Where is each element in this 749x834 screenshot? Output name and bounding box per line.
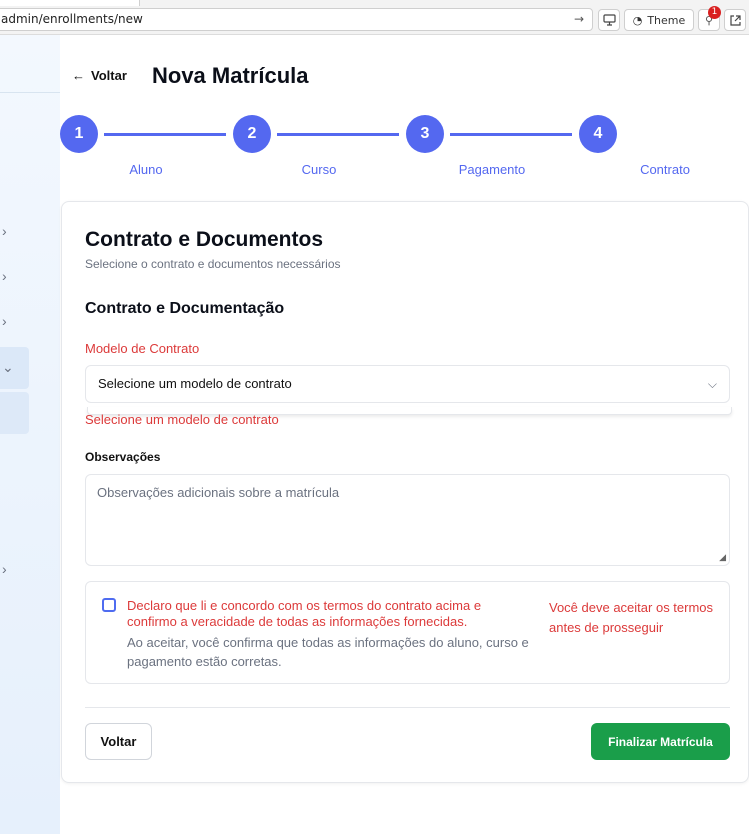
step-connector <box>450 133 572 136</box>
step-1-circle: 1 <box>60 115 98 153</box>
step-3-label: Pagamento <box>458 162 526 177</box>
contract-model-select[interactable]: Selecione um modelo de contrato ⌵ <box>85 365 730 403</box>
step-1-label: Aluno <box>129 162 163 177</box>
terms-main-text: Declaro que li e concordo com os termos … <box>127 598 482 629</box>
card-title: Contrato e Documentos <box>85 228 324 251</box>
notes-label: Observações <box>85 450 161 464</box>
chevron-down-icon: ⌵ <box>707 377 717 391</box>
resize-handle-icon[interactable]: ◢ <box>719 552 726 563</box>
browser-toolbar: admin/enrollments/new → ◔ Theme ⚲ 1 <box>0 0 749 35</box>
sidebar-divider <box>0 92 60 93</box>
step-4-circle: 4 <box>579 115 617 153</box>
step-connector <box>277 133 399 136</box>
step-2-label: Curso <box>301 162 337 177</box>
footer-divider <box>85 707 730 708</box>
contract-model-error: Selecione um modelo de contrato <box>85 412 279 427</box>
chevron-down-icon: ⌄ <box>2 359 14 375</box>
open-external-icon[interactable] <box>724 9 746 31</box>
sidebar-subitem[interactable] <box>0 392 29 434</box>
active-tab[interactable] <box>0 0 140 6</box>
step-connector <box>104 133 226 136</box>
arrow-left-icon: ← <box>72 68 85 83</box>
notes-textarea[interactable]: Observações adicionais sobre a matrícula… <box>85 474 730 566</box>
address-url: admin/enrollments/new <box>1 12 143 26</box>
main-content: ← Voltar Nova Matrícula 1 2 3 4 Aluno Cu… <box>60 35 749 834</box>
contract-model-label: Modelo de Contrato <box>85 341 200 356</box>
stepper: 1 2 3 4 Aluno Curso Pagamento Contrato <box>60 115 749 185</box>
address-bar[interactable]: admin/enrollments/new → <box>0 8 593 31</box>
terms-sub-text: Ao aceitar, você confirma que todas as i… <box>127 635 529 669</box>
step-2-circle: 2 <box>233 115 271 153</box>
contract-card: Contrato e Documentos Selecione o contra… <box>61 201 749 783</box>
theme-button[interactable]: ◔ Theme <box>624 9 694 31</box>
chevron-right-icon[interactable]: › <box>2 223 7 239</box>
finish-enrollment-button[interactable]: Finalizar Matrícula <box>591 723 730 760</box>
back-button[interactable]: Voltar <box>85 723 152 760</box>
terms-error: Você deve aceitar os termos antes de pro… <box>549 600 714 635</box>
chevron-right-icon[interactable]: › <box>2 313 7 329</box>
extension-button[interactable]: ⚲ 1 <box>698 6 721 31</box>
step-4-label: Contrato <box>640 162 690 177</box>
contract-model-value: Selecione um modelo de contrato <box>98 376 292 391</box>
page-title: Nova Matrícula <box>152 63 309 88</box>
chevron-right-icon[interactable]: › <box>2 268 7 284</box>
section-title: Contrato e Documentação <box>85 300 285 317</box>
back-link-label: Voltar <box>91 68 127 83</box>
header-back-link[interactable]: ← Voltar <box>72 68 127 83</box>
sidebar-item-active[interactable]: ⌄ <box>0 347 29 389</box>
theme-label: Theme <box>647 13 686 27</box>
card-subtitle: Selecione o contrato e documentos necess… <box>85 257 341 271</box>
terms-box: Declaro que li e concordo com os termos … <box>85 581 730 684</box>
sidebar: › › › ⌄ › <box>0 35 60 834</box>
chevron-right-icon[interactable]: › <box>2 561 7 577</box>
cast-icon[interactable] <box>598 9 620 31</box>
notes-placeholder: Observações adicionais sobre a matrícula <box>97 485 340 500</box>
palette-icon: ◔ <box>632 13 643 27</box>
step-3-circle: 3 <box>406 115 444 153</box>
terms-checkbox[interactable] <box>102 598 116 612</box>
notification-badge: 1 <box>708 6 721 19</box>
go-arrow-icon[interactable]: → <box>574 9 584 30</box>
